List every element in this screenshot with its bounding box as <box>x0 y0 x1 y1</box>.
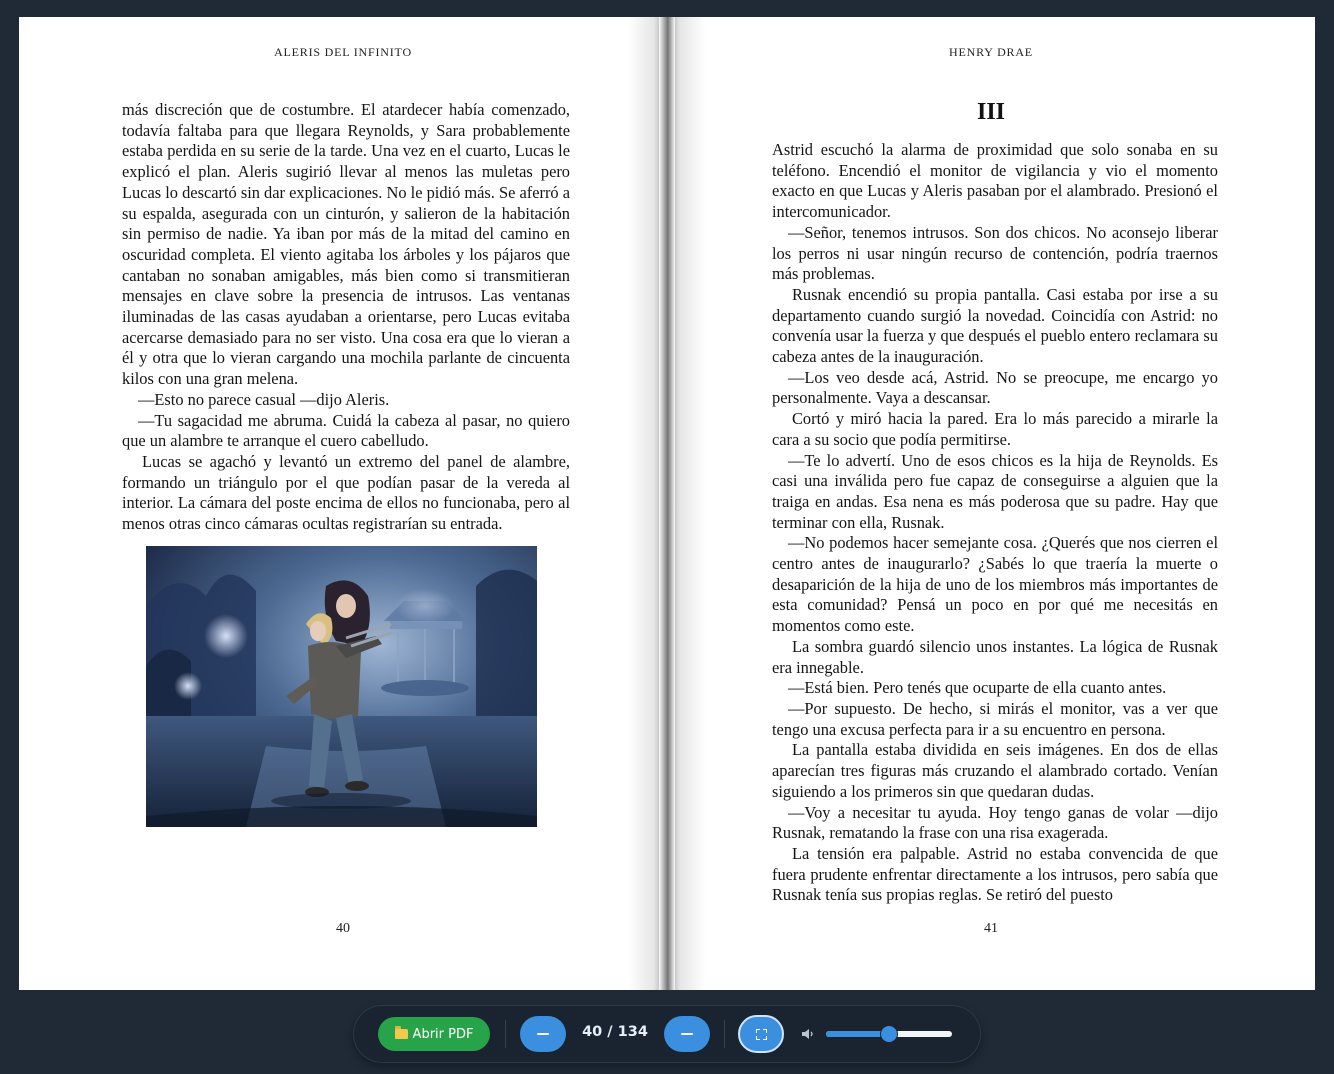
paragraph: Cortó y miró hacia la pared. Era lo más … <box>772 409 1218 449</box>
paragraph: La pantalla estaba dividida en seis imág… <box>772 740 1218 801</box>
minus-icon <box>681 1033 693 1035</box>
page-number-right: 41 <box>984 921 998 936</box>
folder-icon <box>394 1026 408 1039</box>
paragraph: —Te lo advertí. Uno de esos chicos es la… <box>772 450 1218 532</box>
paragraph: La tensión era palpable. Astrid no estab… <box>772 843 1218 905</box>
paragraph: —Voy a necesitar tu ayuda. Hoy tengo gan… <box>772 802 1218 843</box>
toolbar-divider <box>724 1020 725 1048</box>
paragraph: —Por supuesto. De hecho, si mirás el mon… <box>772 698 1218 739</box>
viewer-toolbar: Abrir PDF 40 / 134 <box>354 1006 980 1062</box>
paragraph: —Está bien. Pero tenés que ocuparte de e… <box>788 678 1167 698</box>
chapter-heading: III <box>976 99 1006 125</box>
speaker-icon[interactable] <box>800 1026 816 1042</box>
page-number-left: 40 <box>336 921 350 936</box>
open-pdf-button[interactable]: Abrir PDF <box>378 1017 490 1051</box>
paragraph: Lucas se agachó y levantó un extremo del… <box>122 451 570 534</box>
volume-slider-fill <box>826 1031 889 1037</box>
right-page-text: Astrid escuchó la alarma de proximidad q… <box>772 140 1218 906</box>
volume-slider-thumb[interactable] <box>881 1026 897 1042</box>
fullscreen-icon <box>755 1028 767 1040</box>
prev-page-button[interactable] <box>520 1016 566 1052</box>
book-spine <box>659 17 675 990</box>
open-pdf-label: Abrir PDF <box>412 1026 474 1042</box>
book-viewer: ALERIS DEL INFINITO más discreción que d… <box>19 17 1315 990</box>
left-page-text: más discreción que de costumbre. El atar… <box>122 100 570 535</box>
right-page: HENRY DRAE III Astrid escuchó la alarma … <box>667 17 1315 990</box>
paragraph: —Señor, tenemos intrusos. Son dos chicos… <box>772 222 1218 284</box>
minus-icon <box>537 1033 549 1035</box>
page-indicator: 40 / 134 <box>582 1024 648 1040</box>
paragraph: Rusnak encendió su propia pantalla. Casi… <box>772 284 1218 367</box>
next-page-button[interactable] <box>664 1016 710 1052</box>
paragraph: —Los veo desde acá, Astrid. No se preocu… <box>772 367 1218 408</box>
fullscreen-button[interactable] <box>738 1015 784 1053</box>
paragraph: —Esto no parece casual —dijo Aleris. <box>138 389 390 409</box>
paragraph: La sombra guardó silencio unos instantes… <box>772 636 1218 677</box>
paragraph: más discreción que de costumbre. El atar… <box>122 100 570 389</box>
paragraph: Astrid escuchó la alarma de proximidad q… <box>772 140 1218 222</box>
toolbar-divider <box>505 1020 506 1048</box>
running-head-left: ALERIS DEL INFINITO <box>274 45 412 59</box>
paragraph: —Tu sagacidad me abruma. Cuidá la cabeza… <box>122 410 570 451</box>
paragraph: —No podemos hacer semejante cosa. ¿Queré… <box>772 533 1218 636</box>
book-illustration <box>146 546 537 827</box>
running-head-right: HENRY DRAE <box>949 45 1033 59</box>
left-page: ALERIS DEL INFINITO más discreción que d… <box>19 17 667 990</box>
